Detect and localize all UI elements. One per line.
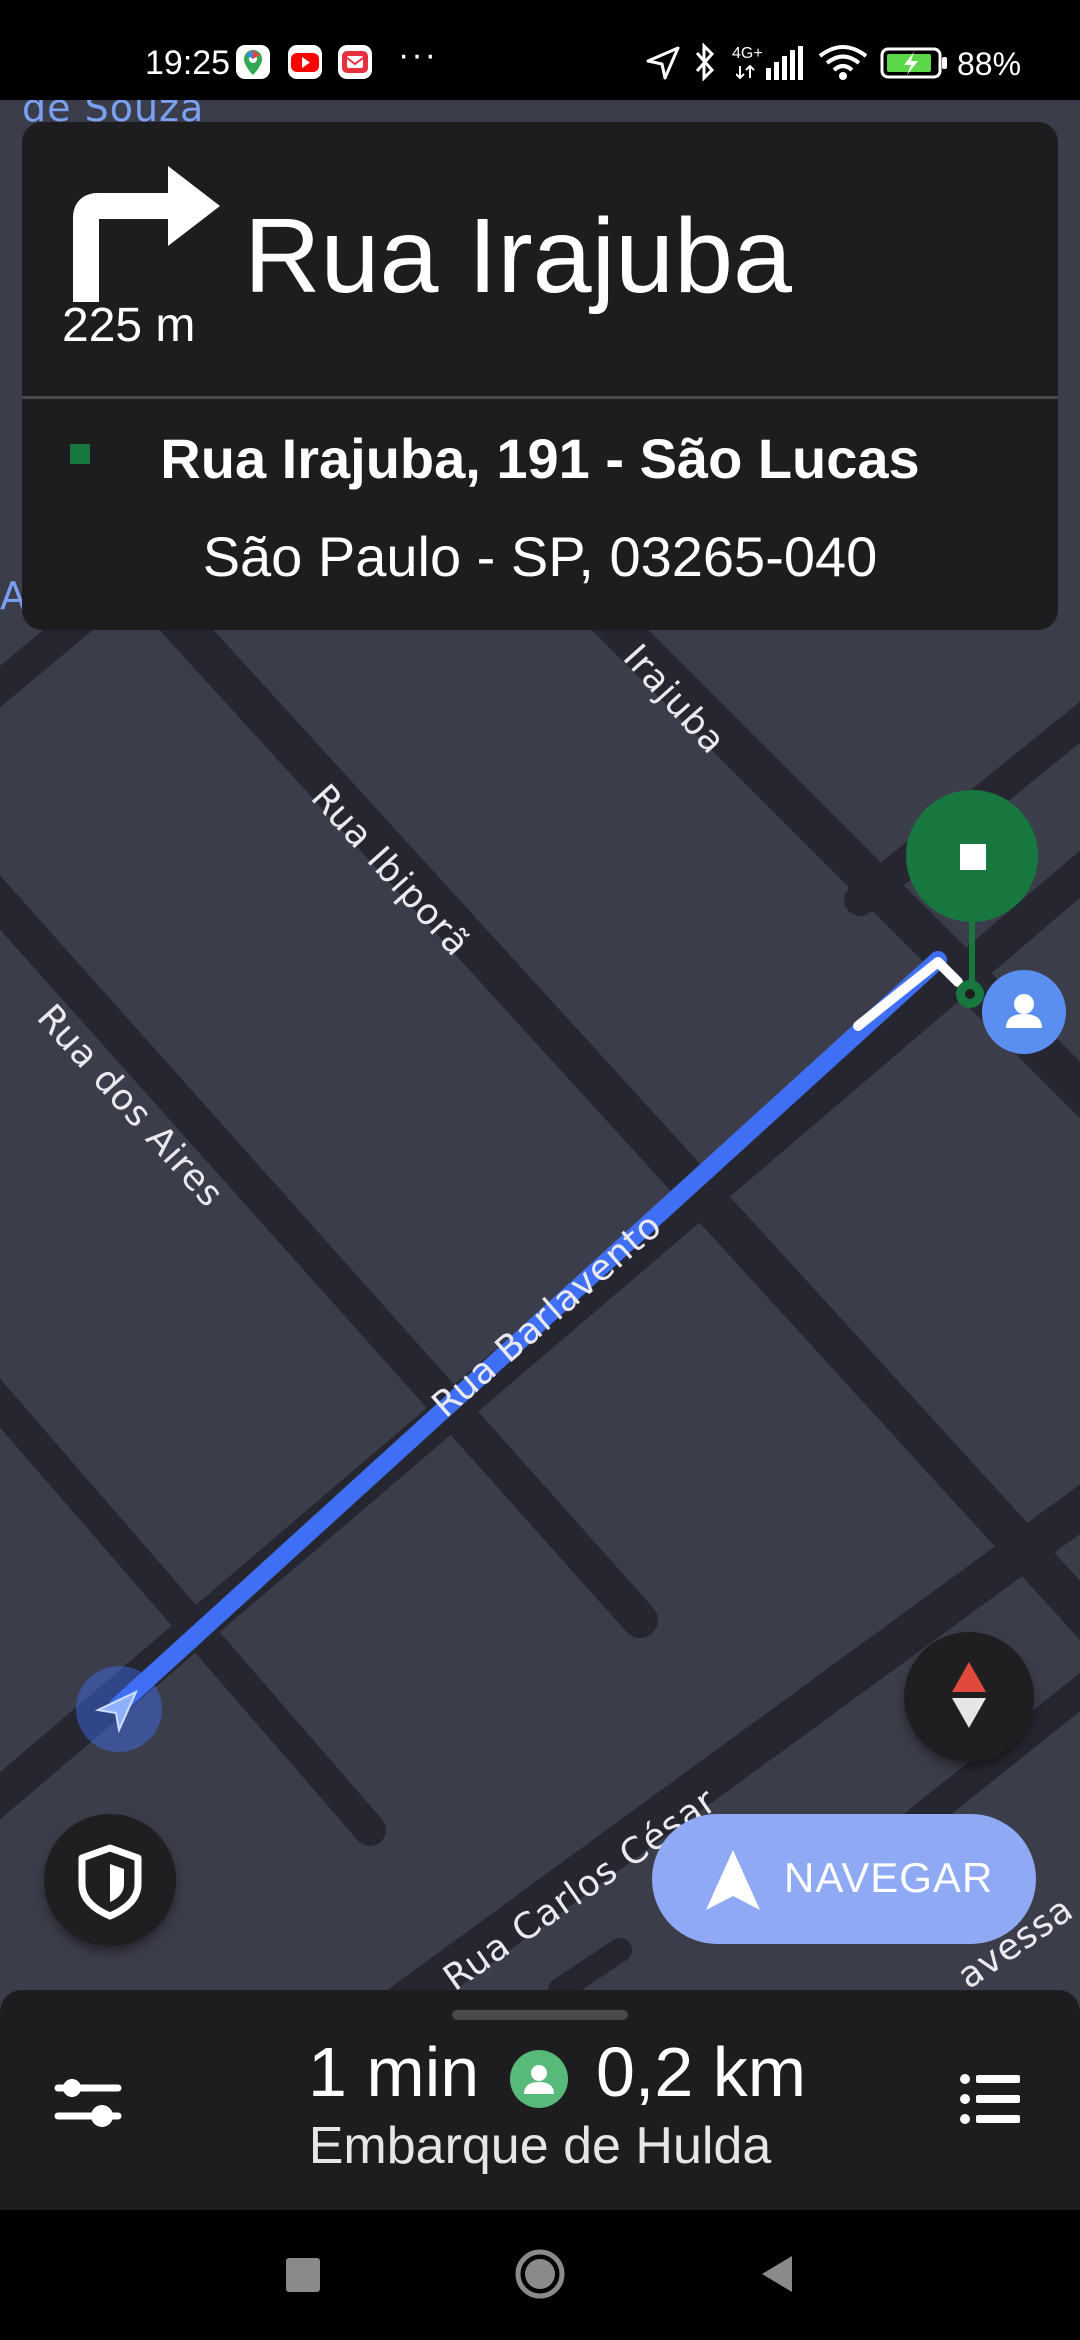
back-triangle-icon xyxy=(762,2256,792,2292)
card-divider xyxy=(22,396,1058,399)
drag-handle[interactable] xyxy=(452,2010,628,2020)
safety-button[interactable] xyxy=(44,1814,176,1946)
turn-distance: 225 m xyxy=(62,299,196,352)
navigate-label: NAVEGAR xyxy=(784,1854,994,1901)
current-location-marker xyxy=(76,1666,162,1752)
turn-right-icon xyxy=(64,162,224,306)
passenger-avatar-icon xyxy=(510,2050,568,2108)
mail-app-icon xyxy=(338,45,372,79)
status-time: 19:25 xyxy=(145,44,231,82)
home-button[interactable] xyxy=(514,2248,566,2300)
shield-icon xyxy=(78,1844,142,1920)
more-notifications-icon: ··· xyxy=(398,36,438,74)
trip-panel[interactable]: 1 min 0,2 km Embarque de Hulda xyxy=(0,1990,1080,2210)
road-short xyxy=(548,1938,632,1990)
eta-distance: 0,2 km xyxy=(596,2033,807,2111)
passenger-marker[interactable] xyxy=(982,970,1066,1054)
compass-button[interactable] xyxy=(904,1632,1034,1762)
eta-time: 1 min xyxy=(308,2033,480,2111)
back-button[interactable] xyxy=(758,2254,794,2298)
wifi-icon xyxy=(816,42,870,87)
bluetooth-icon xyxy=(692,42,718,87)
battery-icon xyxy=(880,46,950,85)
person-icon xyxy=(1006,994,1042,1028)
youtube-app-icon xyxy=(288,45,322,79)
signal-icon xyxy=(735,44,804,87)
stop-icon xyxy=(960,844,986,870)
next-turn-section: 225 m Rua Irajuba xyxy=(22,122,1058,396)
home-circle-icon xyxy=(515,2249,565,2299)
trip-subtitle: Embarque de Hulda xyxy=(308,2117,772,2175)
direction-card[interactable]: 225 m Rua Irajuba Rua Irajuba, 191 - São… xyxy=(22,122,1058,630)
navigate-button[interactable]: NAVEGAR xyxy=(652,1814,1036,1944)
destination-address-line1: Rua Irajuba, 191 - São Lucas xyxy=(160,427,920,490)
location-icon xyxy=(644,44,682,87)
list-icon[interactable] xyxy=(960,2072,1022,2130)
destination-marker[interactable] xyxy=(906,790,1038,922)
turn-street-name: Rua Irajuba xyxy=(244,197,793,315)
status-bar: 19:25 ··· 4G+ 88% xyxy=(0,0,1080,100)
recents-button[interactable] xyxy=(286,2258,320,2292)
battery-level: 88% xyxy=(957,46,1022,82)
destination-address-line2: São Paulo - SP, 03265-040 xyxy=(202,525,878,588)
navigation-arrow-icon xyxy=(94,1689,139,1734)
maps-app-icon xyxy=(236,45,270,79)
system-nav-bar xyxy=(0,2210,1080,2340)
compass-icon xyxy=(952,1662,986,1728)
navigate-arrow-icon xyxy=(706,1850,760,1910)
